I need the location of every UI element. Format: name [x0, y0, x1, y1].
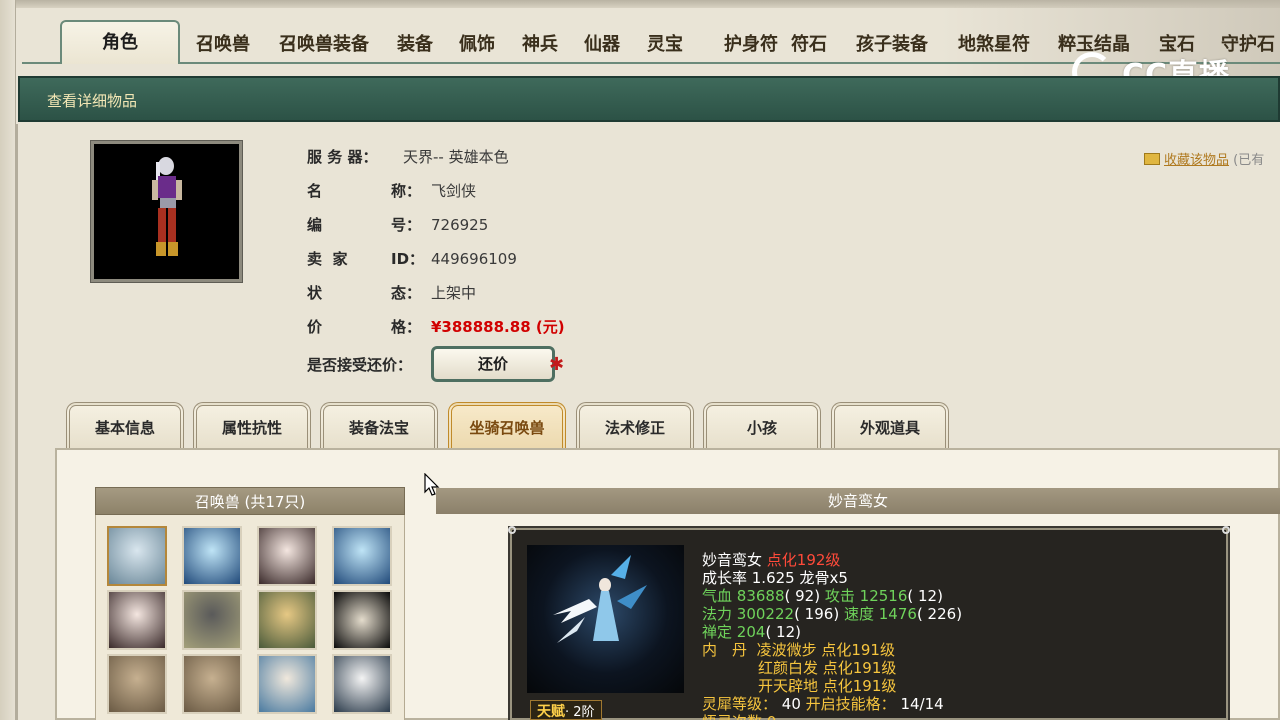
pet-thumbnail[interactable] [332, 590, 392, 650]
subtab-child[interactable]: 小孩 [703, 402, 821, 450]
pet-hp-atk-line: 气血 83688( 92) 攻击 12516( 12) [702, 587, 943, 605]
pet-thumbnail[interactable] [257, 590, 317, 650]
pet-growth-line: 成长率 1.625 龙骨x5 [702, 569, 848, 587]
pet-name-line: 妙音鸾女 点化192级 [702, 551, 841, 569]
pet-thumbnail[interactable] [182, 654, 242, 714]
tab-summon-equipment[interactable]: 召唤兽装备 [274, 26, 374, 64]
tab-earth-star-talisman[interactable]: 地煞星符 [952, 26, 1036, 64]
header-bar: 查看详细物品 [18, 76, 1280, 122]
tab-divine-weapon[interactable]: 神兵 [517, 26, 563, 64]
pet-thumbnail[interactable] [332, 654, 392, 714]
pet-thumbnail[interactable] [107, 654, 167, 714]
tab-child-equipment[interactable]: 孩子装备 [850, 26, 934, 64]
pet-cut-line: 悟灵次数 0 [702, 713, 776, 720]
subtab-appearance[interactable]: 外观道具 [831, 402, 949, 450]
subtab-attributes[interactable]: 属性抗性 [193, 402, 311, 450]
tab-amulet[interactable]: 护身符 [706, 26, 796, 64]
subtab-mount-summon[interactable]: 坐骑召唤兽 [448, 402, 566, 450]
arrow-indicator-icon: ✱ [549, 354, 565, 375]
pet-neidan-line-2: 红颜白发 点化191级 [758, 659, 897, 677]
pet-zen-line: 禅定 204( 12) [702, 623, 801, 641]
subtab-basic-info[interactable]: 基本信息 [66, 402, 184, 450]
tab-spirit-treasure[interactable]: 灵宝 [642, 26, 688, 64]
left-frame [0, 0, 16, 720]
talent-badge: 天赋· 2阶 [530, 700, 602, 720]
pet-thumbnail[interactable] [107, 590, 167, 650]
pet-thumbnail[interactable] [182, 526, 242, 586]
tab-role[interactable]: 角色 [60, 20, 180, 64]
pet-name-bar: 妙音鸾女 [436, 488, 1280, 514]
mouse-cursor-icon [424, 473, 440, 496]
pet-thumbnail[interactable] [257, 654, 317, 714]
pet-thumbnail[interactable] [332, 526, 392, 586]
subtab-spell-correction[interactable]: 法术修正 [576, 402, 694, 450]
tab-accessory[interactable]: 佩饰 [454, 26, 500, 64]
winged-maiden-figure-icon [553, 555, 647, 643]
pet-list-title: 召唤兽 (共17只) [95, 487, 405, 515]
pet-thumbnail[interactable] [182, 590, 242, 650]
tab-equipment[interactable]: 装备 [392, 26, 438, 64]
pet-lingxi-line: 灵犀等级： 40 开启技能格： 14/14 [702, 695, 944, 713]
tab-immortal-artifact[interactable]: 仙器 [579, 26, 625, 64]
pet-mp-spd-line: 法力 300222( 196) 速度 1476( 226) [702, 605, 963, 623]
tab-rune-stone[interactable]: 符石 [786, 26, 832, 64]
favorite-link[interactable]: 收藏该物品 [1164, 153, 1229, 168]
character-portrait [90, 140, 243, 283]
pet-thumbnail[interactable] [257, 526, 317, 586]
counter-offer-button[interactable]: 还价 [431, 346, 555, 382]
pet-thumbnail[interactable] [107, 526, 167, 586]
swordsman-figure-icon [152, 157, 182, 256]
subtab-equipment[interactable]: 装备法宝 [320, 402, 438, 450]
pet-neidan-line-1: 内 丹 凌波微步 点化191级 [702, 641, 895, 659]
favorite-item: 收藏该物品 (已有 [1144, 149, 1264, 168]
pet-neidan-line-3: 开天辟地 点化191级 [758, 677, 897, 695]
page-title: 查看详细物品 [47, 92, 138, 110]
tab-summon[interactable]: 召唤兽 [190, 26, 256, 64]
pet-image [527, 545, 684, 693]
folder-add-icon [1144, 153, 1160, 165]
